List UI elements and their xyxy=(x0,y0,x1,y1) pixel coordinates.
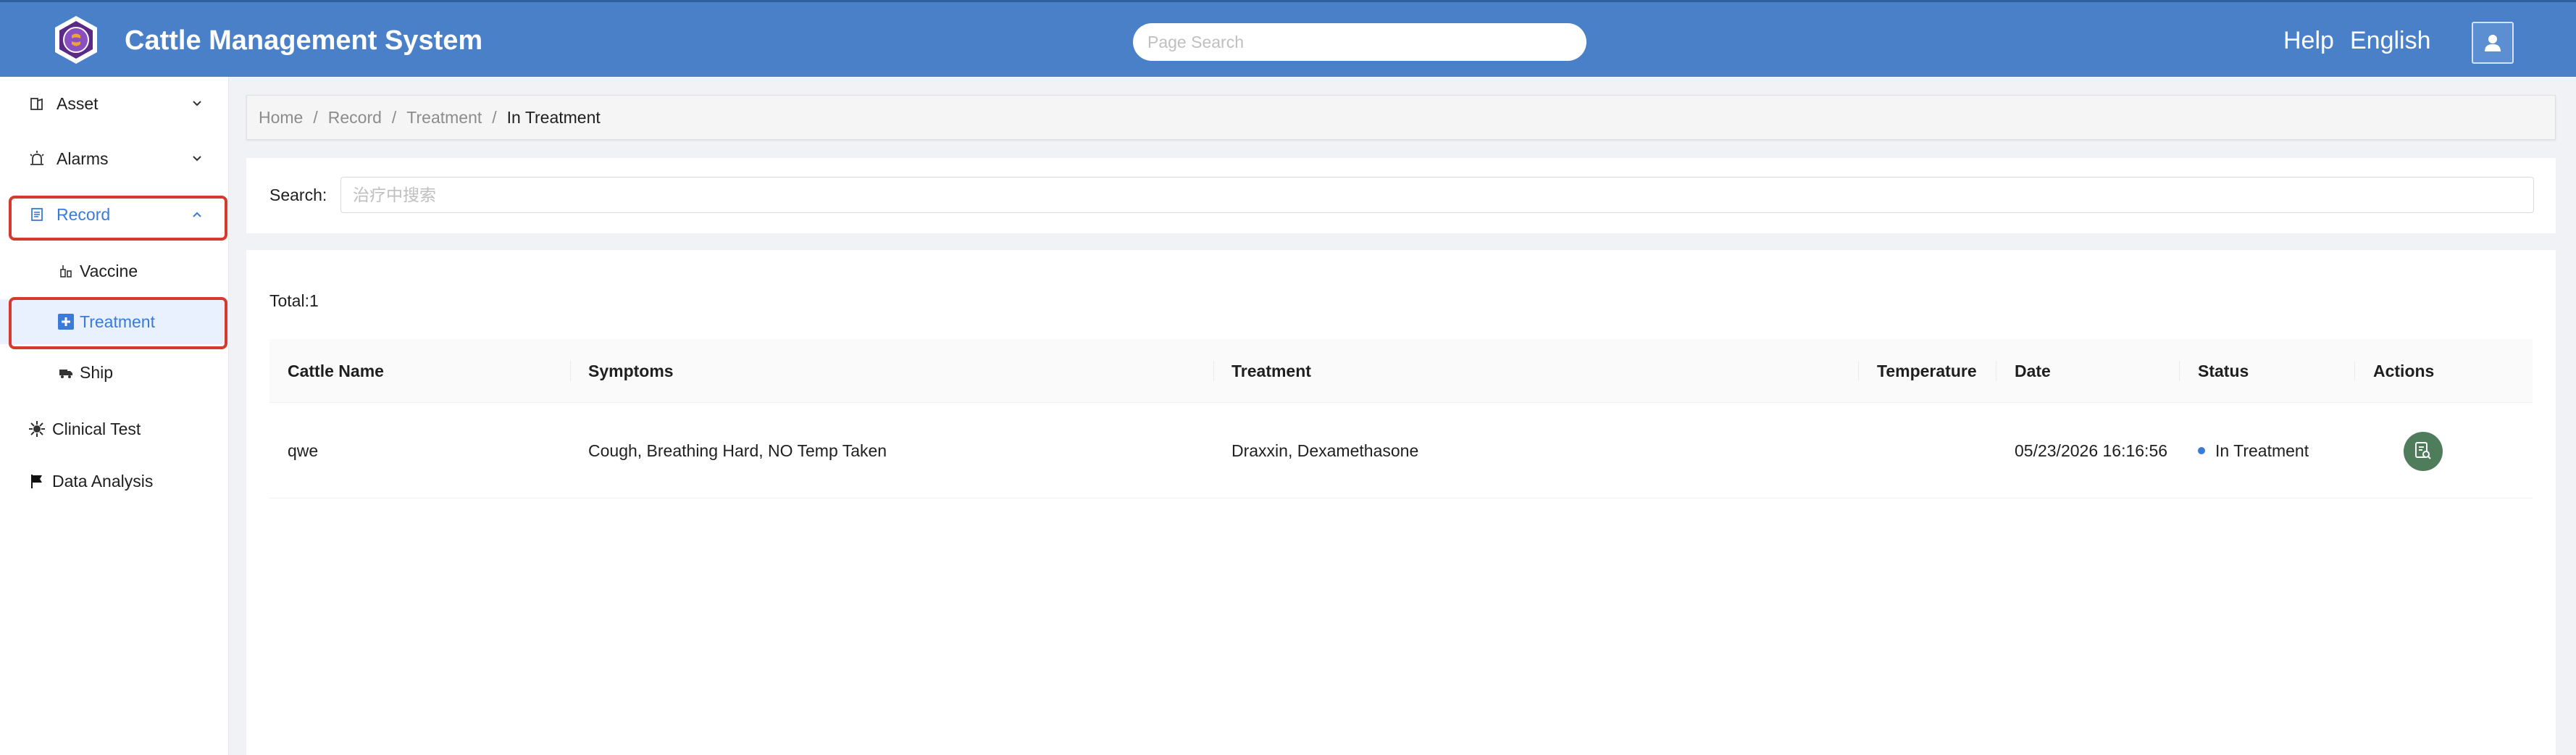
chevron-down-icon xyxy=(190,151,204,166)
sidebar-item-label: Data Analysis xyxy=(52,471,154,491)
sidebar-item-clinical-test[interactable]: Clinical Test xyxy=(0,406,229,451)
page-search-input[interactable] xyxy=(1133,23,1586,61)
treatment-highlight-box xyxy=(9,297,227,349)
user-icon xyxy=(2485,35,2501,51)
column-header-date: Date xyxy=(2015,361,2051,380)
breadcrumb-treatment[interactable]: Treatment xyxy=(406,108,482,128)
column-header-cattle-name: Cattle Name xyxy=(288,361,384,380)
sidebar-item-alarms[interactable]: Alarms xyxy=(0,136,229,181)
search-panel: Search: xyxy=(246,158,2556,233)
sidebar-subitem-ship[interactable]: Ship xyxy=(0,350,229,395)
column-header-actions: Actions xyxy=(2373,361,2435,380)
app-title: Cattle Management System xyxy=(125,25,483,56)
sidebar-item-label: Alarms xyxy=(57,149,109,168)
help-link[interactable]: Help xyxy=(2283,25,2334,56)
sidebar-item-asset[interactable]: Asset xyxy=(0,81,229,126)
column-divider xyxy=(2179,361,2180,381)
flag-icon xyxy=(28,472,46,491)
sidebar-item-data-analysis[interactable]: Data Analysis xyxy=(0,459,229,504)
cell-status: In Treatment xyxy=(2198,403,2309,499)
column-header-symptoms: Symptoms xyxy=(588,361,674,380)
column-divider xyxy=(2354,361,2355,381)
user-avatar-button[interactable] xyxy=(2472,22,2514,64)
column-divider xyxy=(570,361,571,381)
treatment-search-input[interactable] xyxy=(340,177,2534,213)
breadcrumb-current: In Treatment xyxy=(506,107,601,127)
breadcrumb-separator: / xyxy=(391,107,397,127)
column-header-temperature: Temperature xyxy=(1877,361,1977,380)
breadcrumb-separator: / xyxy=(313,107,318,127)
table-panel: Total:1 Cattle Name Symptoms Treatment T… xyxy=(246,250,2556,755)
column-divider xyxy=(1213,361,1214,381)
vaccine-icon xyxy=(57,262,75,280)
status-text: In Treatment xyxy=(2215,441,2309,460)
total-count: Total:1 xyxy=(269,291,319,310)
chevron-down-icon xyxy=(190,96,204,111)
alarm-icon xyxy=(28,149,46,168)
sidebar-subitem-label: Ship xyxy=(80,362,114,382)
app-logo[interactable] xyxy=(51,14,101,65)
search-label: Search: xyxy=(269,185,327,204)
cell-cattle-name: qwe xyxy=(288,441,319,460)
column-divider xyxy=(1858,361,1859,381)
cell-symptoms: Cough, Breathing Hard, NO Temp Taken xyxy=(588,441,887,460)
sidebar-subitem-vaccine[interactable]: Vaccine xyxy=(0,249,229,293)
language-switcher[interactable]: English xyxy=(2350,25,2431,56)
sidebar-item-label: Clinical Test xyxy=(52,419,141,438)
sidebar-subitem-label: Vaccine xyxy=(80,261,138,280)
breadcrumb: Home / Record / Treatment / In Treatment xyxy=(246,95,2556,140)
sidebar: Asset Alarms Record Vaccine Treatment Sh… xyxy=(0,77,229,755)
cell-date: 05/23/2026 16:16:56 xyxy=(2015,441,2168,460)
sidebar-item-label: Asset xyxy=(57,93,99,113)
breadcrumb-separator: / xyxy=(492,107,497,127)
clinical-test-icon xyxy=(28,420,46,438)
status-dot-icon xyxy=(2198,447,2205,454)
breadcrumb-record[interactable]: Record xyxy=(328,108,382,128)
column-header-status: Status xyxy=(2198,361,2249,380)
top-header: Cattle Management System Help English xyxy=(0,0,2576,77)
view-record-button[interactable] xyxy=(2404,432,2443,471)
table-row[interactable]: qwe Cough, Breathing Hard, NO Temp Taken… xyxy=(269,403,2533,499)
table-header: Cattle Name Symptoms Treatment Temperatu… xyxy=(269,339,2533,403)
column-header-treatment: Treatment xyxy=(1231,361,1311,380)
cell-treatment: Draxxin, Dexamethasone xyxy=(1231,441,1419,460)
truck-icon xyxy=(57,363,75,382)
record-highlight-box xyxy=(9,196,227,241)
breadcrumb-home[interactable]: Home xyxy=(259,108,303,128)
document-search-icon xyxy=(2415,442,2431,459)
asset-icon xyxy=(28,94,46,113)
